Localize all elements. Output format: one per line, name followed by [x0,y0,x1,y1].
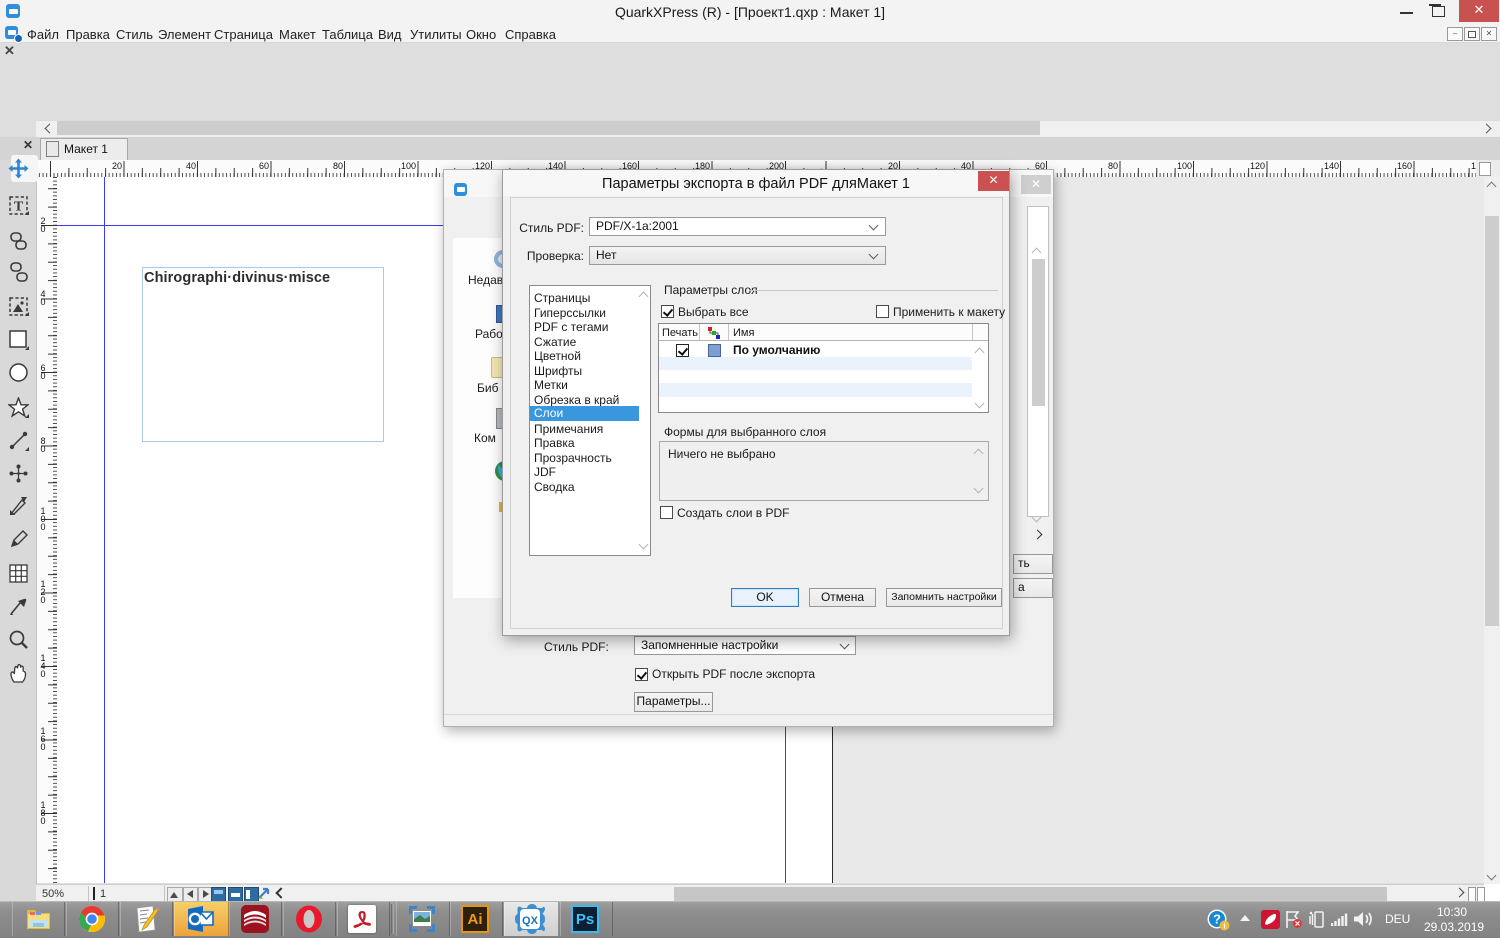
svg-text:i: i [1223,922,1225,931]
svg-text:QX: QX [522,915,539,927]
svg-text:T: T [14,200,24,215]
